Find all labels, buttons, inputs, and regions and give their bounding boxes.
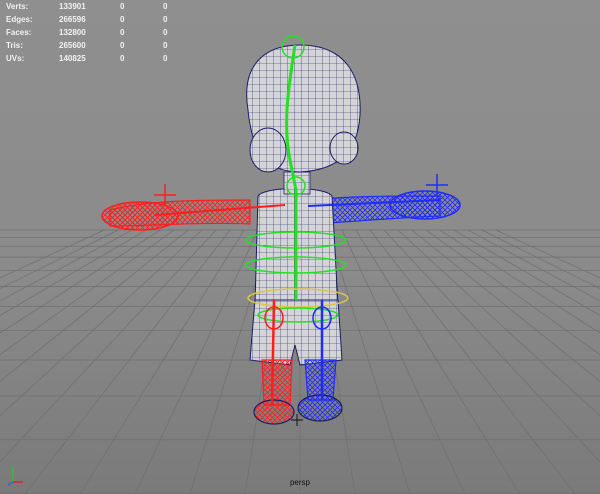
hud-value-extra: 0 [163,2,168,11]
hud-value-extra: 0 [163,15,168,24]
hud-value-selected: 0 [120,41,125,50]
camera-name-label: persp [289,478,310,487]
hud-value-extra: 0 [163,54,168,63]
hud-label: Faces: [6,28,32,37]
hud-value-selected: 0 [120,28,125,37]
right-shoe-mesh[interactable] [297,394,343,422]
axis-gizmo [7,466,23,486]
left-shoe-mesh[interactable] [253,399,295,425]
hud-row: Edges: 266596 0 0 [6,13,176,26]
head-back-mesh[interactable] [249,127,287,173]
hud-value-total: 132800 [59,28,86,37]
hud-label: Tris: [6,41,23,50]
hud-value-extra: 0 [163,28,168,37]
right-leg-mesh[interactable] [304,359,337,401]
hud-value-total: 266596 [59,15,86,24]
hud-label: Verts: [6,2,29,11]
hud-label: UVs: [6,54,25,63]
hud-value-total: 133901 [59,2,86,11]
left-leg-mesh[interactable] [261,359,293,406]
hud-value-selected: 0 [120,2,125,11]
hud-value-selected: 0 [120,15,125,24]
ear-mesh[interactable] [329,131,359,165]
hud-row: Verts: 133901 0 0 [6,0,176,13]
hud-value-total: 265600 [59,41,86,50]
hud-row: Faces: 132800 0 0 [6,26,176,39]
scene-canvas[interactable] [0,0,600,494]
hud-row: Tris: 265600 0 0 [6,39,176,52]
hud-value-total: 140825 [59,54,86,63]
poly-count-hud: Verts: 133901 0 0 Edges: 266596 0 0 Faces: 132800… [6,0,176,65]
hud-row: UVs: 140825 0 0 [6,52,176,65]
hud-value-selected: 0 [120,54,125,63]
left-hand-mesh[interactable] [101,201,179,231]
axis-z-icon [7,481,14,486]
3d-viewport[interactable]: Verts: 133901 0 0 Edges: 266596 0 0 Faces: 132800… [0,0,600,494]
right-hand-mesh[interactable] [389,190,461,220]
hud-label: Edges: [6,15,33,24]
hud-value-extra: 0 [163,41,168,50]
